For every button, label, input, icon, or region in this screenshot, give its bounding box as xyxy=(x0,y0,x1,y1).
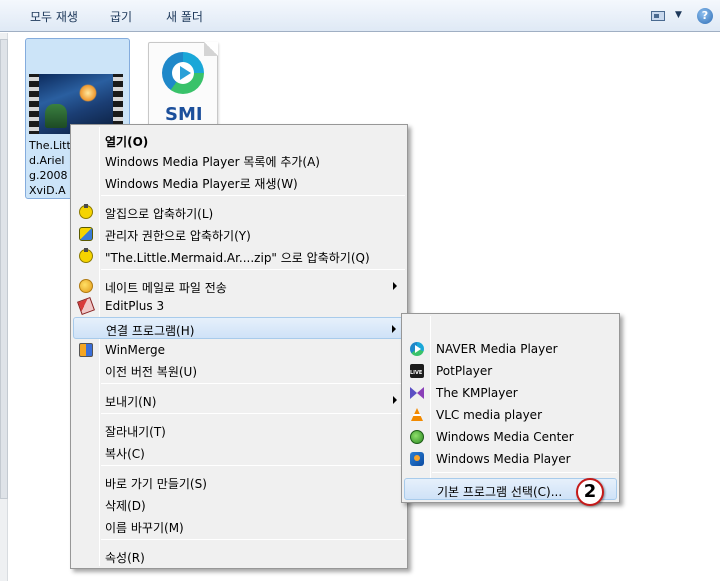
open-with-item[interactable]: Windows Media Center xyxy=(404,426,617,448)
menu-item-label: Windows Media Player로 재생(W) xyxy=(105,177,298,191)
menu-item-label: 이전 버전 복원(U) xyxy=(105,365,198,379)
context-menu-item[interactable]: WinMerge xyxy=(73,339,405,361)
menu-item-label: NAVER Media Player xyxy=(436,342,558,356)
file-name-line: XviD.A xyxy=(29,184,66,197)
context-menu-item[interactable]: 복사(C) xyxy=(73,441,405,463)
context-menu-item[interactable]: 이름 바꾸기(M) xyxy=(73,515,405,537)
open-with-item[interactable]: VLC media player xyxy=(404,404,617,426)
vlc-icon xyxy=(410,408,424,422)
view-options-icon[interactable] xyxy=(649,9,667,23)
new-folder-button[interactable]: 새 폴더 xyxy=(166,8,203,25)
menu-item-label: 연결 프로그램(H) xyxy=(106,324,195,338)
potplayer-icon xyxy=(410,364,424,378)
menu-item-label: 알집으로 압축하기(L) xyxy=(105,207,214,221)
open-with-submenu: NAVER Media Player PotPlayer The KMPlayer V… xyxy=(401,313,620,503)
menu-item-label: Windows Media Center xyxy=(436,430,574,444)
context-menu: 열기(O) Windows Media Player 목록에 추가(A) Windo… xyxy=(70,124,408,569)
context-menu-item[interactable]: "The.Little.Mermaid.Ar....zip" 으로 압축하기(Q… xyxy=(73,245,405,267)
vertical-scrollbar[interactable] xyxy=(0,33,8,581)
menu-item-label: Windows Media Player 목록에 추가(A) xyxy=(105,155,320,169)
view-dropdown-icon[interactable]: ▼ xyxy=(675,10,682,20)
context-menu-item[interactable]: 네이트 메일로 파일 전송 xyxy=(73,275,405,297)
menu-item-label: EditPlus 3 xyxy=(105,299,165,313)
context-menu-item[interactable]: 보내기(N) xyxy=(73,389,405,411)
alzip-admin-icon xyxy=(79,227,93,241)
scrollbar-thumb[interactable] xyxy=(0,39,8,499)
naver-media-player-icon xyxy=(410,342,424,356)
menu-item-label: 보내기(N) xyxy=(105,395,157,409)
menu-item-label: The KMPlayer xyxy=(436,386,518,400)
menu-item-label: 삭제(D) xyxy=(105,499,146,513)
menu-item-label: Windows Media Player xyxy=(436,452,571,466)
menu-separator xyxy=(101,269,405,270)
step-number-badge: 2 xyxy=(576,478,604,506)
open-with-item[interactable]: PotPlayer xyxy=(404,360,617,382)
editplus-icon xyxy=(77,297,95,315)
alzip-icon xyxy=(79,248,93,263)
submenu-arrow-icon xyxy=(393,396,397,404)
menu-separator xyxy=(101,539,405,540)
winmerge-icon xyxy=(79,343,93,357)
context-menu-item[interactable]: 관리자 권한으로 압축하기(Y) xyxy=(73,223,405,245)
open-with-item[interactable]: Windows Media Player xyxy=(404,448,617,470)
open-with-item[interactable]: NAVER Media Player xyxy=(404,338,617,360)
menu-item-label: 이름 바꾸기(M) xyxy=(105,521,184,535)
smi-file-icon xyxy=(162,52,204,94)
context-menu-item[interactable]: 이전 버전 복원(U) xyxy=(73,359,405,381)
menu-item-label: WinMerge xyxy=(105,343,165,357)
menu-separator xyxy=(101,413,405,414)
context-menu-item[interactable]: Windows Media Player로 재생(W) xyxy=(73,171,405,193)
menu-separator xyxy=(101,383,405,384)
menu-separator xyxy=(432,472,617,473)
menu-item-label: 잘라내기(T) xyxy=(105,425,166,439)
submenu-arrow-icon xyxy=(393,282,397,290)
menu-separator xyxy=(101,465,405,466)
command-bar: 모두 재생 굽기 새 폴더 ▼ ? xyxy=(0,0,720,32)
submenu-arrow-icon xyxy=(392,325,396,333)
context-menu-item[interactable]: EditPlus 3 xyxy=(73,295,405,317)
context-menu-item[interactable]: 바로 가기 만들기(S) xyxy=(73,471,405,493)
menu-item-label: "The.Little.Mermaid.Ar....zip" 으로 압축하기(Q… xyxy=(105,251,370,265)
file-name-line: g.2008 xyxy=(29,169,68,182)
context-menu-item[interactable]: Windows Media Player 목록에 추가(A) xyxy=(73,149,405,171)
burn-button[interactable]: 굽기 xyxy=(110,8,132,25)
kmplayer-icon xyxy=(410,386,424,400)
menu-item-label: VLC media player xyxy=(436,408,543,422)
context-menu-item[interactable]: 알집으로 압축하기(L) xyxy=(73,201,405,223)
menu-item-label: 기본 프로그램 선택(C)... xyxy=(437,485,563,499)
menu-item-label: 속성(R) xyxy=(105,551,145,565)
menu-item-label: 열기(O) xyxy=(105,135,149,149)
menu-item-label: 관리자 권한으로 압축하기(Y) xyxy=(105,229,251,243)
film-perforation xyxy=(29,74,39,134)
menu-item-label: 네이트 메일로 파일 전송 xyxy=(105,281,227,295)
context-menu-item[interactable]: 잘라내기(T) xyxy=(73,419,405,441)
open-with-item[interactable]: The KMPlayer xyxy=(404,382,617,404)
context-menu-item[interactable]: 속성(R) xyxy=(73,545,405,567)
video-file-name: The.Litt d.Ariel g.2008 XviD.A xyxy=(29,138,73,198)
smi-badge-text: SMI xyxy=(165,104,203,125)
menu-item-label: 바로 가기 만들기(S) xyxy=(105,477,207,491)
nate-icon xyxy=(79,279,93,293)
menu-item-label: PotPlayer xyxy=(436,364,493,378)
menu-separator xyxy=(101,195,405,196)
file-name-line: d.Ariel xyxy=(29,154,65,167)
play-all-button[interactable]: 모두 재생 xyxy=(30,8,78,25)
help-icon[interactable]: ? xyxy=(697,8,713,24)
context-menu-item[interactable]: 연결 프로그램(H) xyxy=(73,317,405,339)
alzip-icon xyxy=(79,204,93,219)
file-name-line: The.Litt xyxy=(29,139,71,152)
context-menu-item[interactable]: 삭제(D) xyxy=(73,493,405,515)
menu-item-label: 복사(C) xyxy=(105,447,145,461)
context-menu-item[interactable]: 열기(O) xyxy=(73,129,405,151)
windows-media-player-icon xyxy=(410,452,424,466)
windows-media-center-icon xyxy=(410,430,424,444)
